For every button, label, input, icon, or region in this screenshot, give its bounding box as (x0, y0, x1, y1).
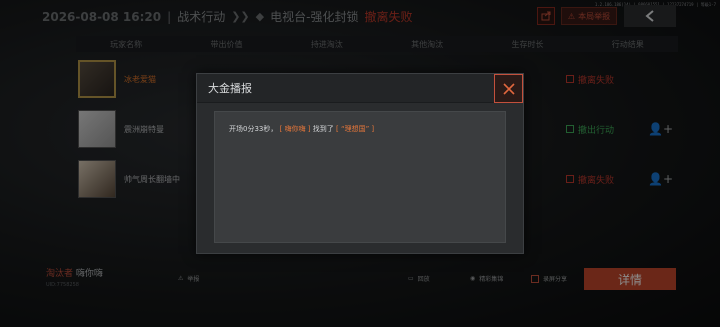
dialog-content: 开场0分33秒， [ 嗨你嗨 ] 找到了 [ “理想国” ] (214, 111, 506, 243)
broadcast-dialog: 大金播报 开场0分33秒， [ 嗨你嗨 ] 找到了 [ “理想国” ] (196, 73, 524, 254)
message-mid: 找到了 (312, 125, 334, 133)
broadcast-message: 开场0分33秒， [ 嗨你嗨 ] 找到了 [ “理想国” ] (229, 124, 374, 134)
dialog-title: 大金播报 (197, 74, 523, 103)
message-item: [ “理想国” ] (336, 125, 375, 133)
message-prefix: 开场0分33秒， (229, 125, 278, 133)
close-button[interactable] (494, 74, 523, 103)
close-icon (502, 82, 515, 95)
message-player: [ 嗨你嗨 ] (279, 125, 311, 133)
